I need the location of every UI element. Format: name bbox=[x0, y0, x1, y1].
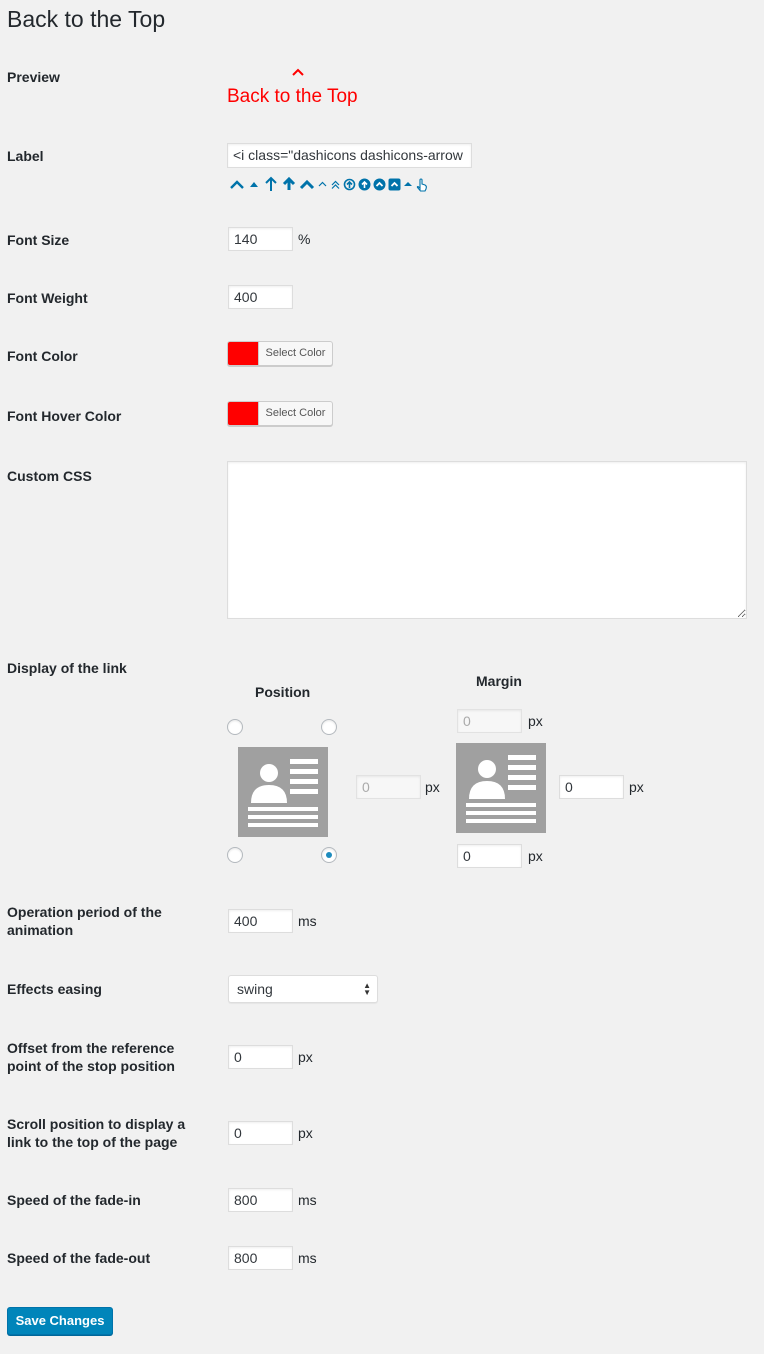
position-top-right-radio[interactable] bbox=[321, 719, 337, 735]
position-bottom-right-radio[interactable] bbox=[321, 847, 337, 863]
up-bold-icon[interactable] bbox=[281, 176, 297, 192]
font-color-swatch bbox=[228, 342, 259, 365]
preview-label: Preview bbox=[7, 69, 60, 85]
font-hover-color-swatch bbox=[228, 402, 259, 425]
chevron-up-bold-icon[interactable] bbox=[299, 177, 315, 191]
fade-in-input[interactable]: 800 bbox=[228, 1188, 293, 1212]
font-hover-color-button[interactable]: Select Color bbox=[227, 401, 333, 426]
arrow-up-icon[interactable] bbox=[247, 177, 261, 191]
label-input[interactable]: <i class="dashicons dashicons-arrow bbox=[227, 143, 472, 168]
animation-period-label: Operation period of the animation bbox=[7, 904, 162, 938]
fade-out-unit: ms bbox=[298, 1250, 317, 1266]
margin-top-input[interactable]: 0 bbox=[457, 709, 522, 733]
save-changes-button[interactable]: Save Changes bbox=[7, 1307, 113, 1335]
font-size-unit: % bbox=[298, 231, 311, 247]
label-field-label: Label bbox=[7, 148, 44, 164]
font-size-label: Font Size bbox=[7, 232, 70, 248]
stop-offset-input[interactable]: 0 bbox=[228, 1045, 293, 1069]
font-hover-color-button-label: Select Color bbox=[265, 407, 326, 419]
stop-offset-unit: px bbox=[298, 1049, 313, 1065]
font-color-button[interactable]: Select Color bbox=[227, 341, 333, 366]
side-margin-unit: px bbox=[425, 779, 440, 795]
double-chevron-up-icon[interactable] bbox=[330, 178, 341, 190]
chevron-up-small-icon[interactable] bbox=[317, 178, 328, 190]
fade-in-unit: ms bbox=[298, 1192, 317, 1208]
position-heading: Position bbox=[255, 684, 311, 700]
scroll-position-input[interactable]: 0 bbox=[228, 1121, 293, 1145]
side-margin-input[interactable]: 0 bbox=[356, 775, 421, 799]
easing-select[interactable]: swing ▲ ▼ bbox=[228, 975, 378, 1003]
circle-chevron-up-icon[interactable] bbox=[373, 178, 386, 191]
circle-arrow-up-filled-icon[interactable] bbox=[358, 178, 371, 191]
arrow-up-alt-icon[interactable] bbox=[263, 176, 279, 192]
margin-right-input[interactable]: 0 bbox=[559, 775, 624, 799]
animation-period-unit: ms bbox=[298, 913, 317, 929]
select-arrows-icon: ▲ ▼ bbox=[363, 981, 371, 997]
circle-arrow-up-icon[interactable] bbox=[343, 178, 356, 191]
fade-out-input[interactable]: 800 bbox=[228, 1246, 293, 1270]
font-color-label: Font Color bbox=[7, 348, 78, 364]
easing-label: Effects easing bbox=[7, 981, 102, 997]
margin-heading: Margin bbox=[476, 673, 522, 689]
position-bottom-left-radio[interactable] bbox=[227, 847, 243, 863]
scroll-position-unit: px bbox=[298, 1125, 313, 1141]
font-weight-label: Font Weight bbox=[7, 290, 88, 306]
custom-css-textarea[interactable] bbox=[227, 461, 747, 619]
fade-out-label: Speed of the fade-out bbox=[7, 1250, 151, 1266]
preview-text[interactable]: Back to the Top bbox=[227, 86, 358, 108]
margin-right-unit: px bbox=[629, 779, 644, 795]
page-title: Back to the Top bbox=[7, 6, 166, 32]
position-preview-card-icon bbox=[238, 747, 328, 837]
square-chevron-up-icon[interactable] bbox=[388, 178, 401, 191]
font-size-input[interactable]: 140 bbox=[228, 227, 293, 251]
easing-select-value: swing bbox=[237, 981, 273, 997]
margin-bottom-input[interactable]: 0 bbox=[457, 844, 522, 868]
triangle-up-icon[interactable] bbox=[403, 178, 413, 190]
margin-preview-card-icon bbox=[456, 743, 546, 833]
custom-css-label: Custom CSS bbox=[7, 468, 92, 484]
font-hover-color-label: Font Hover Color bbox=[7, 408, 122, 424]
fade-in-label: Speed of the fade-in bbox=[7, 1192, 141, 1208]
hand-pointer-icon[interactable] bbox=[415, 177, 428, 192]
margin-bottom-unit: px bbox=[528, 848, 543, 864]
arrow-up-alt2-icon[interactable] bbox=[229, 177, 245, 191]
position-top-left-radio[interactable] bbox=[227, 719, 243, 735]
font-color-button-label: Select Color bbox=[265, 347, 326, 359]
font-weight-input[interactable]: 400 bbox=[228, 285, 293, 309]
scroll-position-label: Scroll position to display a link to the… bbox=[7, 1116, 186, 1150]
display-label: Display of the link bbox=[7, 660, 127, 676]
chevron-up-icon bbox=[289, 64, 307, 82]
margin-top-unit: px bbox=[528, 713, 543, 729]
stop-offset-label: Offset from the reference point of the s… bbox=[7, 1040, 175, 1074]
icon-picker bbox=[229, 176, 428, 192]
animation-period-input[interactable]: 400 bbox=[228, 909, 293, 933]
